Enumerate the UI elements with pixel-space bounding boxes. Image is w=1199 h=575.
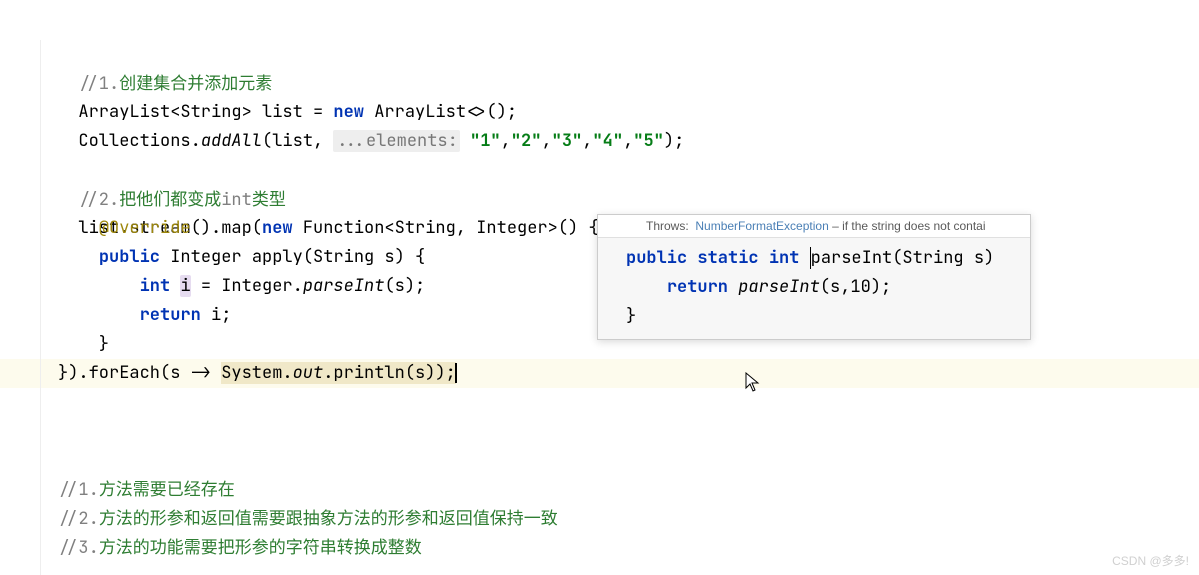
keyword-int: int xyxy=(140,275,171,297)
method-call: parseInt xyxy=(738,276,820,298)
comment-text: 方法的形参和返回值需要跟抽象方法的形参和返回值保持一致 xyxy=(99,509,558,528)
code-line[interactable] xyxy=(0,417,1199,446)
comment-prefix: //2. xyxy=(58,508,99,530)
code-text: (list, xyxy=(262,130,333,152)
keyword-return: return xyxy=(140,304,201,326)
code-text: ArrayList<String> list = xyxy=(78,101,333,123)
comment-prefix: //2. xyxy=(78,189,119,211)
comment-text: 方法的功能需要把形参的字符串转换成整数 xyxy=(99,538,422,557)
string-literal: "1" xyxy=(470,130,501,152)
throws-link[interactable]: NumberFormatException xyxy=(695,219,828,233)
variable-i: i xyxy=(180,275,190,297)
code-text: i; xyxy=(201,304,232,326)
code-line[interactable] xyxy=(0,446,1199,475)
method-call: parseInt xyxy=(303,275,385,297)
keyword-new: new xyxy=(262,217,293,239)
watermark-text: CSDN @多多! xyxy=(1112,552,1189,569)
quick-doc-popup[interactable]: Throws: NumberFormatException – if the s… xyxy=(597,214,1031,340)
quick-doc-body: public static int parseInt(String s) ret… xyxy=(598,238,1030,339)
comment-prefix: //3. xyxy=(58,537,99,559)
method-params: (String s) xyxy=(892,247,994,269)
code-line[interactable] xyxy=(0,388,1199,417)
method-name: parseInt xyxy=(811,247,893,269)
code-line[interactable]: //1.方法需要已经存在 xyxy=(0,475,1199,504)
code-text: (s); xyxy=(384,275,425,297)
code-text: }).forEach(s -> xyxy=(58,362,221,384)
string-literal: "3" xyxy=(552,130,583,152)
keyword-public: public xyxy=(626,247,687,269)
parameter-hint: ...elements: xyxy=(333,130,459,152)
code-line[interactable]: //2.方法的形参和返回值需要跟抽象方法的形参和返回值保持一致 xyxy=(0,504,1199,533)
code-text: ); xyxy=(664,130,684,152)
code-text: Function<String, Integer>() { xyxy=(293,217,599,239)
text-caret xyxy=(455,363,457,383)
code-text: .println(s)); xyxy=(323,362,456,384)
keyword-static: static xyxy=(697,247,758,269)
annotation-override: @Override xyxy=(99,217,191,239)
comment-text: 类型 xyxy=(252,190,286,209)
gutter-divider xyxy=(40,40,41,575)
code-line[interactable]: //3.方法的功能需要把形参的字符串转换成整数 xyxy=(0,533,1199,562)
code-text: = Integer. xyxy=(191,275,303,297)
comment-text: 把他们都变成 xyxy=(119,190,221,209)
keyword-return: return xyxy=(667,276,728,298)
close-brace: } xyxy=(626,302,1020,331)
method-call: addAll xyxy=(201,130,262,152)
code-text: System. xyxy=(221,362,292,384)
string-literal: "2" xyxy=(511,130,542,152)
throws-rest: – if the string does not contai xyxy=(829,219,986,233)
code-text: } xyxy=(58,333,109,355)
code-text: Collections. xyxy=(78,130,200,152)
comment-prefix: //1. xyxy=(58,479,99,501)
keyword-new: new xyxy=(333,101,364,123)
comment-prefix: //1. xyxy=(78,73,119,95)
comment-text: 创建集合并添加元素 xyxy=(119,74,272,93)
code-text: (s,10); xyxy=(820,276,891,298)
code-text: Integer apply(String s) { xyxy=(160,246,425,268)
quick-doc-header: Throws: NumberFormatException – if the s… xyxy=(598,215,1030,238)
throws-label: Throws: xyxy=(646,219,689,233)
comment-text: 方法需要已经存在 xyxy=(99,480,235,499)
code-text: ArrayList<>(); xyxy=(364,101,517,123)
code-line[interactable]: //1.创建集合并添加元素 xyxy=(0,40,1199,69)
string-literal: "5" xyxy=(633,130,664,152)
code-line[interactable]: //2.把他们都变成int类型 xyxy=(0,156,1199,185)
string-literal: "4" xyxy=(592,130,623,152)
code-line-current[interactable]: }).forEach(s -> System.out.println(s)); xyxy=(0,359,1199,388)
keyword-int: int xyxy=(769,247,800,269)
field-out: out xyxy=(293,362,324,384)
keyword-public: public xyxy=(99,246,160,268)
comment-text: int xyxy=(221,189,252,211)
